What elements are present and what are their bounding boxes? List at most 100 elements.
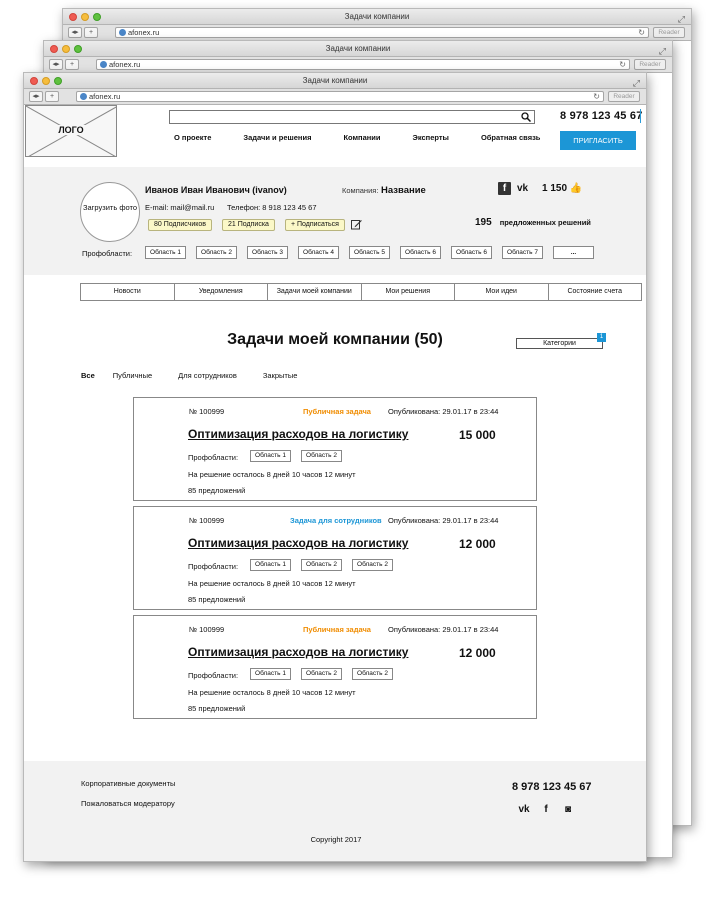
nav-feedback[interactable]: Обратная связь [481, 133, 540, 142]
logo[interactable]: ЛОГО [25, 105, 117, 157]
task-card[interactable]: № 100999 Публичная задача Опубликована: … [133, 397, 537, 501]
add-tab-icon[interactable]: + [84, 27, 98, 38]
subscribers-badge[interactable]: 80 Подписчиков [148, 219, 213, 231]
company-name[interactable]: Название [381, 185, 426, 196]
zoom-window-button[interactable] [93, 13, 101, 21]
zoom-window-button[interactable] [54, 77, 62, 85]
area-tag[interactable]: Область 3 [247, 246, 288, 259]
close-window-button[interactable] [30, 77, 38, 85]
reload-icon[interactable]: ↻ [619, 60, 626, 69]
vk-icon[interactable]: vk [516, 182, 529, 195]
filter-employees[interactable]: Для сотрудников [178, 371, 237, 380]
complain-link[interactable]: Пожаловаться модератору [81, 799, 175, 808]
minimize-window-button[interactable] [62, 45, 70, 53]
area-tag[interactable]: Область 6 [400, 246, 441, 259]
zoom-window-button[interactable] [74, 45, 82, 53]
filter-public[interactable]: Публичные [113, 371, 152, 380]
area-tag[interactable]: Область 1 [145, 246, 186, 259]
nav-about[interactable]: О проекте [174, 133, 211, 142]
area-tag[interactable]: Область 5 [349, 246, 390, 259]
likes-counter: 1 150 👍 [542, 183, 582, 194]
task-type: Публичная задача [303, 625, 371, 634]
categories-button[interactable]: Категории 1 [516, 333, 606, 349]
facebook-icon[interactable]: f [540, 804, 552, 816]
address-toolbar: ◂▸ + afonex.ru ↻ Reader [24, 89, 646, 105]
url-text: afonex.ru [109, 60, 141, 69]
address-bar[interactable]: afonex.ru ↻ [96, 59, 630, 70]
address-toolbar: ◂▸ + afonex.ru ↻ Reader [44, 57, 672, 73]
minimize-window-button[interactable] [42, 77, 50, 85]
area-tag[interactable]: Область 7 [502, 246, 543, 259]
reload-icon[interactable]: ↻ [638, 28, 645, 37]
address-bar[interactable]: afonex.ru ↻ [115, 27, 649, 38]
close-window-button[interactable] [50, 45, 58, 53]
tab-my-solutions[interactable]: Мои решения [362, 284, 455, 300]
tab-account[interactable]: Состояние счета [549, 284, 642, 300]
user-phone: Телефон: 8 918 123 45 67 [227, 203, 317, 212]
window-titlebar[interactable]: Задачи компании ⤢ [44, 41, 672, 57]
globe-icon [119, 29, 126, 36]
reader-button[interactable]: Reader [653, 27, 685, 38]
task-title-link[interactable]: Оптимизация расходов на логистику [188, 427, 408, 441]
reader-button[interactable]: Reader [634, 59, 666, 70]
task-type: Публичная задача [303, 407, 371, 416]
area-tag[interactable]: Область 1 [250, 668, 291, 680]
footer: Корпоративные документы Пожаловаться мод… [24, 761, 646, 861]
task-title-link[interactable]: Оптимизация расходов на логистику [188, 645, 408, 659]
more-areas-button[interactable]: ... [553, 246, 594, 259]
window-titlebar[interactable]: Задачи компании ⤢ [63, 9, 691, 25]
area-tag[interactable]: Область 2 [352, 668, 393, 680]
filter-all[interactable]: Все [81, 371, 95, 380]
upload-photo-button[interactable]: Загрузить фото [80, 182, 140, 242]
area-tag[interactable]: Область 2 [301, 559, 342, 571]
search-icon[interactable] [521, 112, 531, 122]
area-tag[interactable]: Область 1 [250, 450, 291, 462]
area-tag[interactable]: Область 6 [451, 246, 492, 259]
add-tab-icon[interactable]: + [45, 91, 59, 102]
task-title-link[interactable]: Оптимизация расходов на логистику [188, 536, 408, 550]
browser-window[interactable]: Задачи компании ⤢ ◂▸ + afonex.ru ↻ Reader … [23, 72, 647, 862]
area-tag[interactable]: Область 2 [196, 246, 237, 259]
area-tag[interactable]: Область 2 [352, 559, 393, 571]
invite-button[interactable]: ПРИГЛАСИТЬ [560, 131, 636, 150]
nav-experts[interactable]: Эксперты [413, 133, 449, 142]
thumbs-up-icon[interactable]: 👍 [570, 183, 582, 194]
corporate-docs-link[interactable]: Корпоративные документы [81, 779, 175, 788]
search-input[interactable] [169, 110, 535, 124]
back-forward-icon[interactable]: ◂▸ [68, 27, 82, 38]
user-name: Иванов Иван Иванович (ivanov) [145, 185, 287, 195]
area-tag[interactable]: Область 2 [301, 450, 342, 462]
area-tag[interactable]: Область 1 [250, 559, 291, 571]
instagram-icon[interactable]: ◙ [562, 804, 574, 816]
task-card[interactable]: № 100999 Публичная задача Опубликована: … [133, 615, 537, 719]
nav-companies[interactable]: Компании [343, 133, 380, 142]
minimize-window-button[interactable] [81, 13, 89, 21]
url-text: afonex.ru [89, 92, 121, 101]
tab-my-ideas[interactable]: Мои идеи [455, 284, 549, 300]
reload-icon[interactable]: ↻ [593, 92, 600, 101]
area-tag[interactable]: Область 4 [298, 246, 339, 259]
back-forward-icon[interactable]: ◂▸ [49, 59, 63, 70]
nav-tasks[interactable]: Задачи и решения [243, 133, 311, 142]
subscribe-button[interactable]: + Подписаться [284, 219, 345, 231]
add-tab-icon[interactable]: + [65, 59, 79, 70]
company-label: Компания: [342, 186, 379, 195]
social-links: f vk [498, 182, 529, 195]
address-bar[interactable]: afonex.ru ↻ [76, 91, 604, 102]
back-forward-icon[interactable]: ◂▸ [29, 91, 43, 102]
filter-closed[interactable]: Закрытые [263, 371, 298, 380]
edit-icon[interactable] [351, 219, 362, 230]
window-titlebar[interactable]: Задачи компании ⤢ [24, 73, 646, 89]
reader-button[interactable]: Reader [608, 91, 640, 102]
facebook-icon[interactable]: f [498, 182, 511, 195]
tab-notifications[interactable]: Уведомления [175, 284, 268, 300]
close-window-button[interactable] [69, 13, 77, 21]
area-tag[interactable]: Область 2 [301, 668, 342, 680]
task-time-left: На решение осталось 8 дней 10 часов 12 м… [188, 688, 356, 697]
tab-news[interactable]: Новости [81, 284, 175, 300]
vk-icon[interactable]: vk [518, 804, 530, 816]
subscriptions-badge[interactable]: 21 Подписка [222, 219, 275, 231]
task-card[interactable]: № 100999 Задача для сотрудников Опублико… [133, 506, 537, 610]
tab-company-tasks[interactable]: Задачи моей компании [268, 284, 362, 300]
window-title: Задачи компании [302, 76, 368, 85]
